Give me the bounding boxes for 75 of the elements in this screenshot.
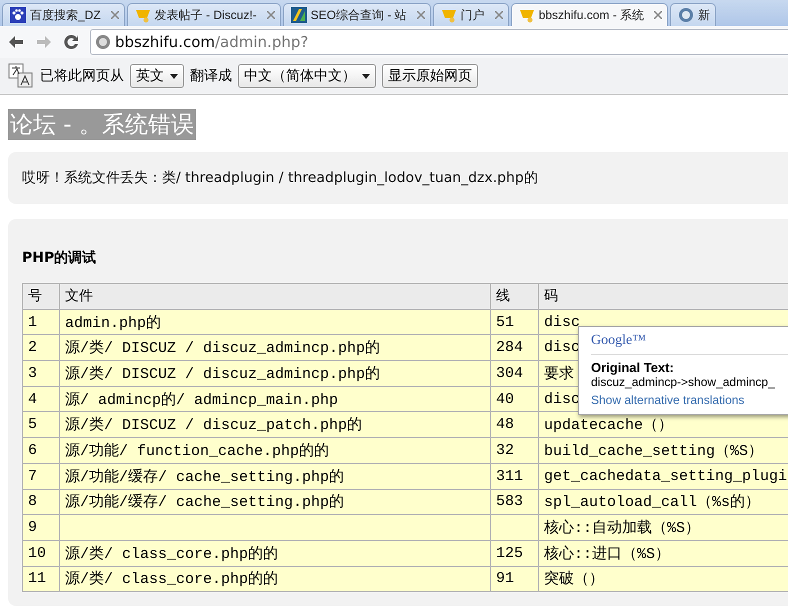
column-header: 码 (538, 284, 788, 310)
table-cell: 源/类/ class_core.php的的 (60, 540, 490, 566)
browser-tab[interactable]: 百度搜索_DZ (2, 3, 125, 26)
address-bar[interactable]: bbszhifu.com/admin.php? (90, 29, 788, 55)
table-cell: 核心::自动加载（%S） (538, 514, 788, 540)
chart-icon (290, 7, 307, 23)
table-cell: 40 (490, 386, 538, 412)
target-language-dropdown[interactable]: 中文（简体中文） (238, 64, 376, 88)
close-icon[interactable] (416, 11, 425, 19)
table-cell: get_cachedata_setting_plugi (538, 463, 788, 489)
alternatives-link[interactable]: Show alternative translations (591, 393, 788, 407)
close-icon[interactable] (110, 11, 119, 19)
original-text: discuz_admincp->show_admincp_ (591, 375, 776, 389)
close-icon[interactable] (654, 11, 662, 19)
browser-tab[interactable]: SEO综合查询 - 站 (282, 3, 431, 26)
table-cell: 5 (22, 412, 60, 438)
caret-icon (170, 74, 178, 78)
column-header: 线 (490, 284, 538, 310)
table-cell: 9 (22, 514, 60, 540)
close-icon[interactable] (494, 11, 503, 19)
table-cell: spl_autoload_call（%s的） (538, 489, 788, 515)
table-cell: 583 (490, 489, 538, 515)
browser-tab[interactable]: bbszhifu.com - 系统 (510, 3, 668, 26)
caret-icon (362, 74, 370, 78)
show-original-button[interactable]: 显示原始网页 (382, 64, 478, 88)
error-message: 哎呀！系统文件丢失：类/ threadplugin / threadplugin_lodov_tuan_dzx.php的 (8, 152, 788, 204)
close-icon[interactable] (266, 11, 275, 19)
browser-tab[interactable]: 发表帖子 - Discuz!- (126, 3, 281, 26)
globe-icon (678, 7, 694, 23)
table-cell: 11 (22, 566, 60, 592)
table-cell: build_cache_setting（%S） (538, 438, 788, 464)
table-cell: 源/类/ class_core.php的的 (60, 566, 490, 592)
table-cell: 48 (490, 412, 538, 438)
table-cell: 8 (22, 489, 60, 515)
table-cell: 源/功能/ function_cache.php的的 (60, 438, 490, 464)
cup-icon (440, 7, 457, 23)
table-cell: 7 (22, 463, 60, 489)
source-language-dropdown[interactable]: 英文 (130, 64, 184, 88)
table-cell: 突破（） (538, 566, 788, 592)
translate-message: 翻译成 (190, 67, 232, 85)
table-cell: 源/功能/缓存/ cache_setting.php的 (60, 463, 490, 489)
table-cell: 源/ admincp的/ admincp_main.php (60, 386, 490, 412)
translate-message: 已将此网页从 (40, 67, 124, 85)
table-cell: 304 (490, 360, 538, 386)
table-cell: 125 (490, 540, 538, 566)
column-header: 号 (22, 284, 60, 310)
table-cell: 6 (22, 438, 60, 464)
table-cell: admin.php的 (60, 309, 490, 335)
table-cell: 源/功能/缓存/ cache_setting.php的 (60, 489, 490, 515)
table-cell: 91 (490, 566, 538, 592)
table-cell: 32 (490, 438, 538, 464)
table-cell: 1 (22, 309, 60, 335)
paw-icon (10, 7, 26, 23)
table-cell: 311 (490, 463, 538, 489)
table-cell: 10 (22, 540, 60, 566)
cup-icon (134, 7, 151, 23)
browser-tab[interactable]: 门户 (432, 3, 509, 26)
google-logo: Google™ (591, 333, 788, 355)
page-title: 论坛 - 。系统错误 (8, 109, 196, 140)
table-cell: 284 (490, 334, 538, 361)
table-cell: 3 (22, 360, 60, 386)
table-cell: 源/类/ DISCUZ / discuz_admincp.php的 (60, 360, 490, 386)
table-cell: 核心::进口（%S） (538, 540, 788, 566)
table-cell: 源/类/ DISCUZ / discuz_patch.php的 (60, 412, 490, 438)
cup-icon (518, 7, 535, 23)
translate-icon (8, 63, 34, 89)
column-header: 文件 (60, 284, 490, 310)
table-cell: 源/类/ DISCUZ / discuz_admincp.php的 (60, 334, 490, 361)
popup-heading: Original Text: (591, 360, 675, 375)
globe-icon (95, 34, 111, 50)
table-cell: 4 (22, 386, 60, 412)
table-cell: 51 (490, 309, 538, 335)
table-cell: 2 (22, 334, 60, 361)
browser-tab[interactable]: 新 (670, 3, 716, 26)
debug-title: PHP的调试 (22, 249, 98, 267)
